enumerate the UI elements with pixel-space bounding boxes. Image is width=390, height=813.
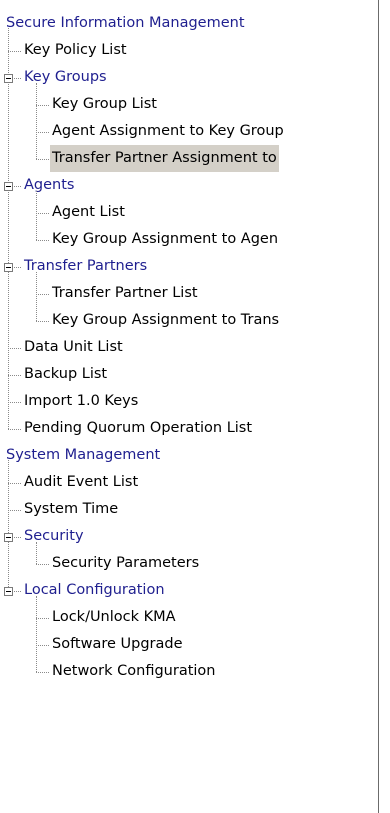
tree-connector [36, 240, 49, 241]
tree-node-pending-quorum-operation-list[interactable]: Pending Quorum Operation List [0, 415, 378, 442]
tree-node-agents[interactable]: Agents [0, 172, 378, 199]
tree-connector [8, 510, 21, 511]
tree-connector [36, 618, 49, 619]
navigation-tree: Secure Information Management Key Policy … [0, 0, 379, 813]
tree-node-key-group-assignment-to-agen[interactable]: Key Group Assignment to Agen [0, 226, 378, 253]
tree-connector [8, 51, 21, 52]
tree-node-label: Network Configuration [52, 663, 216, 679]
tree-node-audit-event-list[interactable]: Audit Event List [0, 469, 378, 496]
tree-node-lock-unlock-kma[interactable]: Lock/Unlock KMA [0, 604, 378, 631]
tree-connector [36, 321, 49, 322]
tree-node-key-group-assignment-to-trans[interactable]: Key Group Assignment to Trans [0, 307, 378, 334]
tree-node-transfer-partner-assignment-to[interactable]: Transfer Partner Assignment to [0, 145, 378, 172]
tree-connector [36, 105, 49, 106]
collapse-toggle-icon[interactable] [4, 533, 13, 542]
tree-node-label: Backup List [24, 366, 108, 382]
tree-node-backup-list[interactable]: Backup List [0, 361, 378, 388]
tree-node-label: Agent Assignment to Key Group [52, 123, 284, 139]
tree-connector [36, 672, 49, 673]
collapse-toggle-icon[interactable] [4, 182, 13, 191]
tree-connector [36, 596, 37, 672]
tree-node-key-group-list[interactable]: Key Group List [0, 91, 378, 118]
tree-node-label: Secure Information Management [6, 15, 245, 31]
tree-node-label: Lock/Unlock KMA [52, 609, 176, 625]
tree-node-transfer-partner-list[interactable]: Transfer Partner List [0, 280, 378, 307]
tree-node-label: Pending Quorum Operation List [24, 420, 253, 436]
tree-node-secure-information-management[interactable]: Secure Information Management [0, 10, 378, 37]
tree-node-network-configuration[interactable]: Network Configuration [0, 658, 378, 685]
tree-connector [8, 348, 21, 349]
tree-node-system-management[interactable]: System Management [0, 442, 378, 469]
tree-node-software-upgrade[interactable]: Software Upgrade [0, 631, 378, 658]
collapse-toggle-icon[interactable] [4, 587, 13, 596]
tree-connector [8, 429, 21, 430]
tree-node-label: System Time [24, 501, 119, 517]
tree-connector [36, 159, 49, 160]
tree-connector [36, 564, 49, 565]
tree-connector [8, 28, 9, 429]
tree-node-label: Key Group List [52, 96, 157, 112]
tree-node-agent-assignment-to-key-group[interactable]: Agent Assignment to Key Group [0, 118, 378, 145]
tree-node-label: Audit Event List [24, 474, 139, 490]
tree-node-label: Software Upgrade [52, 636, 183, 652]
tree-connector [36, 272, 37, 321]
tree-connector [8, 460, 9, 591]
tree-node-key-policy-list[interactable]: Key Policy List [0, 37, 378, 64]
collapse-toggle-icon[interactable] [4, 74, 13, 83]
tree-node-label: Key Group Assignment to Agen [52, 231, 279, 247]
tree-connector [8, 402, 21, 403]
tree-node-label: Key Policy List [24, 42, 127, 58]
tree-node-security-parameters[interactable]: Security Parameters [0, 550, 378, 577]
tree-node-label: System Management [6, 447, 161, 463]
tree-node-transfer-partners[interactable]: Transfer Partners [0, 253, 378, 280]
tree-node-label: Local Configuration [24, 582, 165, 598]
tree-connector [8, 483, 21, 484]
tree-node-label: Transfer Partner List [52, 285, 198, 301]
tree-node-import-1-0-keys[interactable]: Import 1.0 Keys [0, 388, 378, 415]
tree-node-label: Agents [24, 177, 75, 193]
tree-connector [36, 294, 49, 295]
tree-connector [36, 191, 37, 240]
tree-node-label: Security Parameters [52, 555, 200, 571]
tree-node-data-unit-list[interactable]: Data Unit List [0, 334, 378, 361]
tree-connector [8, 375, 21, 376]
tree-node-label: Import 1.0 Keys [24, 393, 139, 409]
tree-connector [36, 132, 49, 133]
tree-node-label: Data Unit List [24, 339, 123, 355]
tree-node-local-configuration[interactable]: Local Configuration [0, 577, 378, 604]
tree-node-agent-list[interactable]: Agent List [0, 199, 378, 226]
tree-connector [36, 83, 37, 159]
collapse-toggle-icon[interactable] [4, 263, 13, 272]
tree-node-security[interactable]: Security [0, 523, 378, 550]
tree-node-label: Agent List [52, 204, 125, 220]
tree-node-label: Key Group Assignment to Trans [52, 312, 280, 328]
tree-connector [36, 645, 49, 646]
tree-node-key-groups[interactable]: Key Groups [0, 64, 378, 91]
tree-node-label: Transfer Partners [24, 258, 148, 274]
tree-connector [36, 213, 49, 214]
tree-node-label: Security [24, 528, 84, 544]
tree-node-system-time[interactable]: System Time [0, 496, 378, 523]
tree-node-label: Transfer Partner Assignment to [50, 145, 279, 172]
tree-connector [36, 542, 37, 564]
